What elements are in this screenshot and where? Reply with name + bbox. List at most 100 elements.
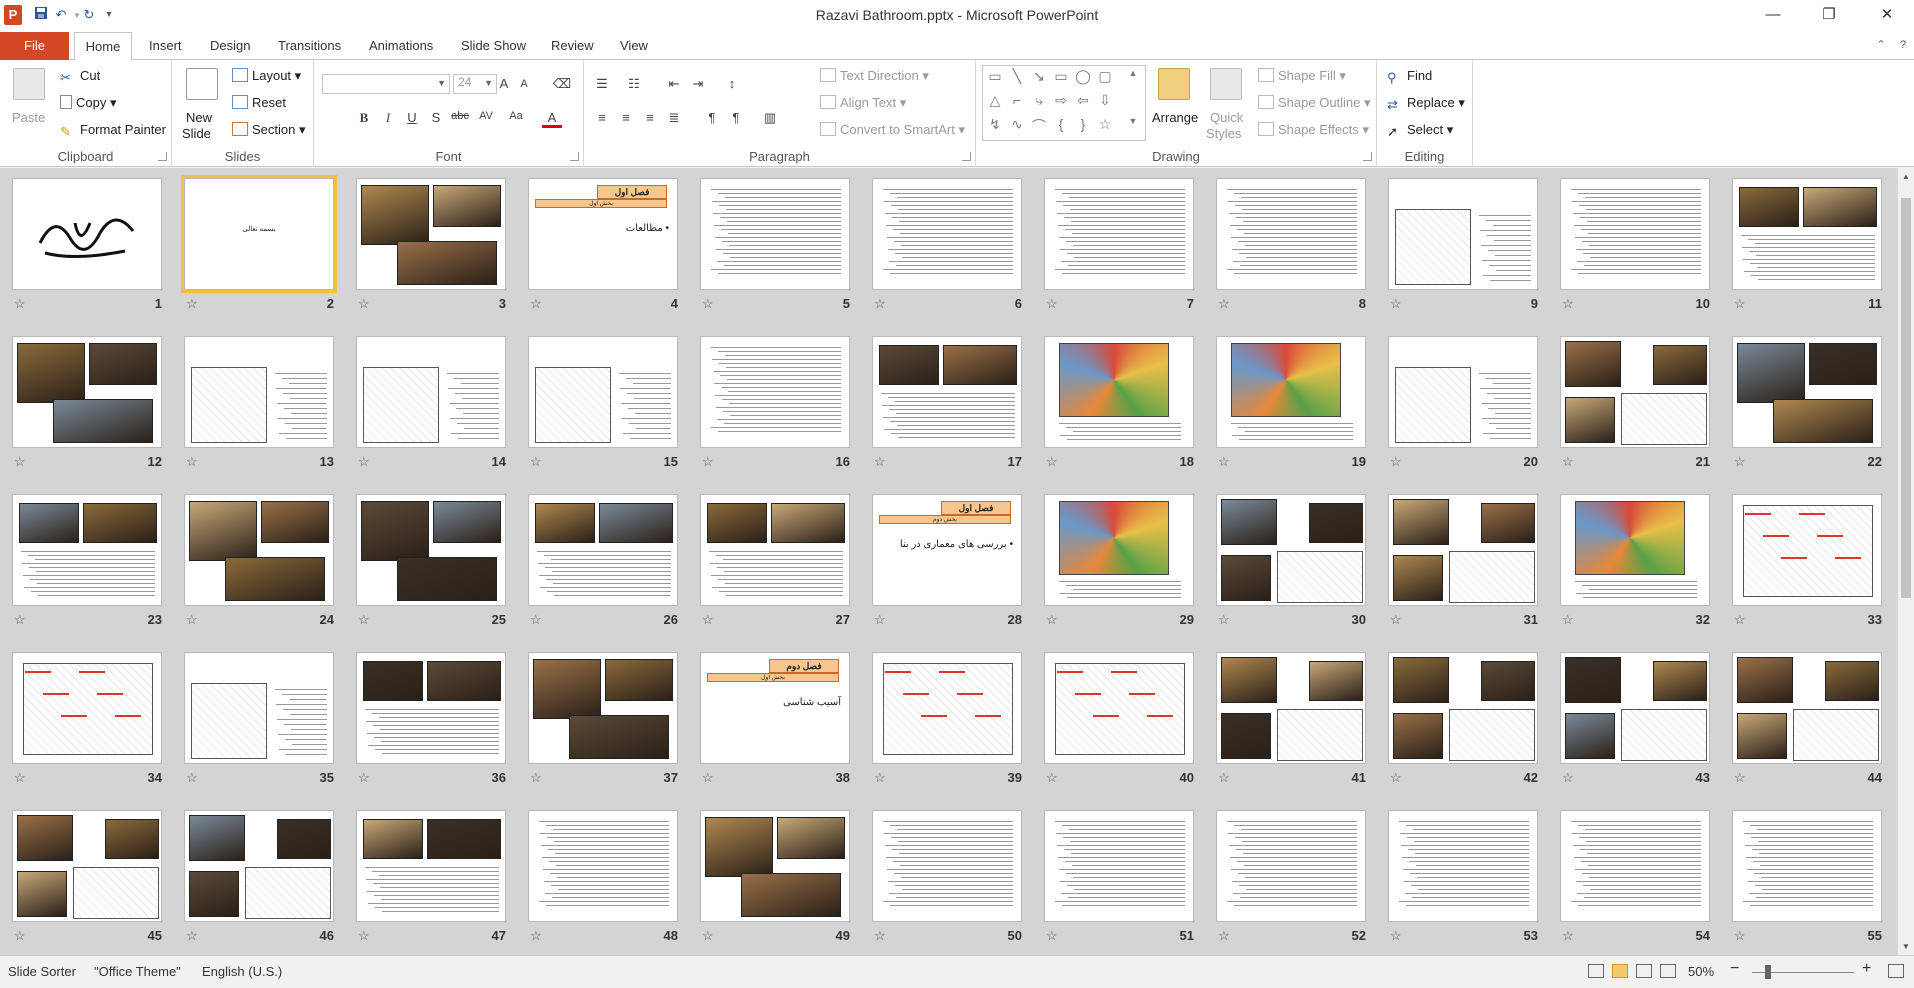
slide-thumbnail[interactable] bbox=[1044, 652, 1194, 764]
slide-thumbnail[interactable] bbox=[356, 178, 506, 290]
italic-button[interactable]: I bbox=[378, 110, 398, 126]
brace-shape-icon[interactable]: { bbox=[1051, 116, 1071, 132]
transition-star-icon[interactable]: ☆ bbox=[1218, 770, 1230, 786]
drawing-launcher-icon[interactable] bbox=[1363, 152, 1372, 161]
transition-star-icon[interactable]: ☆ bbox=[14, 296, 26, 312]
slide-thumbnail[interactable] bbox=[1388, 178, 1538, 290]
slide-thumbnail[interactable]: فصل دوم بخش اول آسیب شناسی bbox=[700, 652, 850, 764]
transition-star-icon[interactable]: ☆ bbox=[702, 612, 714, 628]
transition-star-icon[interactable]: ☆ bbox=[1734, 612, 1746, 628]
new-slide-line2[interactable]: Slide bbox=[182, 126, 211, 141]
slide-thumbnail[interactable] bbox=[528, 494, 678, 606]
transition-star-icon[interactable]: ☆ bbox=[1390, 770, 1402, 786]
align-left-icon[interactable]: ≡ bbox=[592, 110, 612, 125]
text-box-shape-icon[interactable]: ▭ bbox=[985, 68, 1005, 85]
minimize-button[interactable]: — bbox=[1758, 4, 1788, 26]
slide-thumbnail[interactable] bbox=[1732, 178, 1882, 290]
slide-thumbnail[interactable] bbox=[1560, 652, 1710, 764]
zoom-out-button[interactable]: − bbox=[1730, 960, 1739, 978]
cut-button[interactable]: ✂ Cut bbox=[60, 68, 100, 85]
bold-button[interactable]: B bbox=[354, 110, 374, 126]
transition-star-icon[interactable]: ☆ bbox=[1390, 928, 1402, 944]
slide-thumbnail[interactable] bbox=[872, 652, 1022, 764]
slide-thumbnail[interactable]: فصل اول بخش اول • مطالعات bbox=[528, 178, 678, 290]
slide-thumbnail[interactable] bbox=[356, 336, 506, 448]
theme-name[interactable]: "Office Theme" bbox=[94, 964, 181, 979]
character-spacing-button[interactable]: AV bbox=[476, 110, 496, 122]
rtl-icon[interactable]: ¶ bbox=[726, 110, 746, 125]
close-button[interactable]: ✕ bbox=[1872, 4, 1902, 26]
gallery-more-icon[interactable]: ▼ bbox=[1123, 116, 1143, 126]
slide-thumbnail[interactable] bbox=[12, 652, 162, 764]
font-launcher-icon[interactable] bbox=[570, 152, 579, 161]
transition-star-icon[interactable]: ☆ bbox=[1218, 296, 1230, 312]
transition-star-icon[interactable]: ☆ bbox=[1562, 296, 1574, 312]
scrollbar-thumb[interactable] bbox=[1901, 198, 1911, 598]
transition-star-icon[interactable]: ☆ bbox=[530, 612, 542, 628]
slide-sorter-view-icon[interactable] bbox=[1612, 964, 1628, 978]
replace-button[interactable]: ⇄ Replace ▾ bbox=[1387, 95, 1465, 112]
transition-star-icon[interactable]: ☆ bbox=[530, 770, 542, 786]
transition-star-icon[interactable]: ☆ bbox=[1562, 612, 1574, 628]
quick-styles-line1[interactable]: Quick bbox=[1210, 110, 1243, 125]
transition-star-icon[interactable]: ☆ bbox=[1046, 770, 1058, 786]
transition-star-icon[interactable]: ☆ bbox=[874, 296, 886, 312]
strikethrough-button[interactable]: abc bbox=[450, 110, 470, 122]
arrange-icon[interactable] bbox=[1158, 68, 1190, 100]
grow-font-button[interactable]: A bbox=[494, 76, 514, 91]
slide-thumbnail[interactable] bbox=[700, 178, 850, 290]
layout-button[interactable]: Layout ▾ bbox=[232, 68, 301, 84]
section-button[interactable]: Section ▾ bbox=[232, 122, 306, 138]
slide-thumbnail[interactable] bbox=[1216, 494, 1366, 606]
arc-shape-icon[interactable]: ⌒ bbox=[1029, 116, 1049, 136]
tab-transitions[interactable]: Transitions bbox=[270, 32, 349, 60]
transition-star-icon[interactable]: ☆ bbox=[1046, 612, 1058, 628]
freeform-shape-icon[interactable]: ↯ bbox=[985, 116, 1005, 133]
left-arrow-shape-icon[interactable]: ⇦ bbox=[1073, 92, 1093, 109]
slide-thumbnail[interactable]: فصل اول بخش دوم • بررسی های معماری در بنا bbox=[872, 494, 1022, 606]
slide-thumbnail[interactable] bbox=[12, 178, 162, 290]
shapes-gallery[interactable]: ▭ ╲ ↘ ▭ ◯ ▢ △ ⌐ ⤷ ⇨ ⇦ ⇩ ↯ ∿ ⌒ { } ☆ ▲ ▼ bbox=[982, 65, 1146, 141]
scroll-up-icon[interactable]: ▲ bbox=[1901, 172, 1911, 181]
paragraph-launcher-icon[interactable] bbox=[962, 152, 971, 161]
font-size-dropdown[interactable]: 24 ▼ bbox=[453, 74, 497, 94]
shape-outline-button[interactable]: Shape Outline ▾ bbox=[1258, 95, 1371, 111]
slide-thumbnail[interactable] bbox=[12, 810, 162, 922]
arrow-shape-icon[interactable]: ↘ bbox=[1029, 68, 1049, 85]
shape-effects-button[interactable]: Shape Effects ▾ bbox=[1258, 122, 1369, 138]
slide-thumbnail[interactable] bbox=[1560, 494, 1710, 606]
language[interactable]: English (U.S.) bbox=[202, 964, 282, 979]
transition-star-icon[interactable]: ☆ bbox=[1046, 454, 1058, 470]
align-right-icon[interactable]: ≡ bbox=[640, 110, 660, 125]
star-shape-icon[interactable]: ☆ bbox=[1095, 116, 1115, 133]
line-spacing-icon[interactable]: ↕ bbox=[722, 76, 742, 91]
columns-icon[interactable]: ▥ bbox=[760, 110, 780, 126]
format-painter-button[interactable]: ✎ Format Painter bbox=[60, 122, 166, 139]
font-name-dropdown[interactable]: ▼ bbox=[322, 74, 450, 94]
slide-thumbnail[interactable] bbox=[1732, 494, 1882, 606]
align-center-icon[interactable]: ≡ bbox=[616, 110, 636, 125]
slide-thumbnail[interactable] bbox=[1044, 810, 1194, 922]
zoom-slider-thumb[interactable] bbox=[1765, 965, 1771, 979]
transition-star-icon[interactable]: ☆ bbox=[874, 612, 886, 628]
slide-thumbnail[interactable] bbox=[1388, 652, 1538, 764]
down-arrow-shape-icon[interactable]: ⇩ bbox=[1095, 92, 1115, 109]
minimize-ribbon-icon[interactable]: ⌃ bbox=[1874, 38, 1888, 52]
transition-star-icon[interactable]: ☆ bbox=[702, 296, 714, 312]
slide-thumbnail[interactable] bbox=[1732, 336, 1882, 448]
slide-thumbnail[interactable] bbox=[872, 178, 1022, 290]
paste-button[interactable]: Paste bbox=[12, 110, 45, 125]
decrease-indent-icon[interactable]: ⇤ bbox=[664, 76, 684, 92]
slide-thumbnail[interactable] bbox=[1560, 810, 1710, 922]
shrink-font-button[interactable]: A bbox=[514, 78, 534, 90]
elbow-connector-icon[interactable]: ⌐ bbox=[1007, 92, 1027, 108]
transition-star-icon[interactable]: ☆ bbox=[1218, 928, 1230, 944]
slide-thumbnail[interactable] bbox=[1044, 336, 1194, 448]
bullets-icon[interactable]: ☰ bbox=[592, 76, 612, 92]
numbering-icon[interactable]: ☷ bbox=[624, 76, 644, 92]
quick-styles-line2[interactable]: Styles bbox=[1206, 126, 1241, 141]
find-button[interactable]: ⚲ Find bbox=[1387, 68, 1432, 85]
transition-star-icon[interactable]: ☆ bbox=[702, 770, 714, 786]
triangle-shape-icon[interactable]: △ bbox=[985, 92, 1005, 109]
tab-animations[interactable]: Animations bbox=[361, 32, 441, 60]
